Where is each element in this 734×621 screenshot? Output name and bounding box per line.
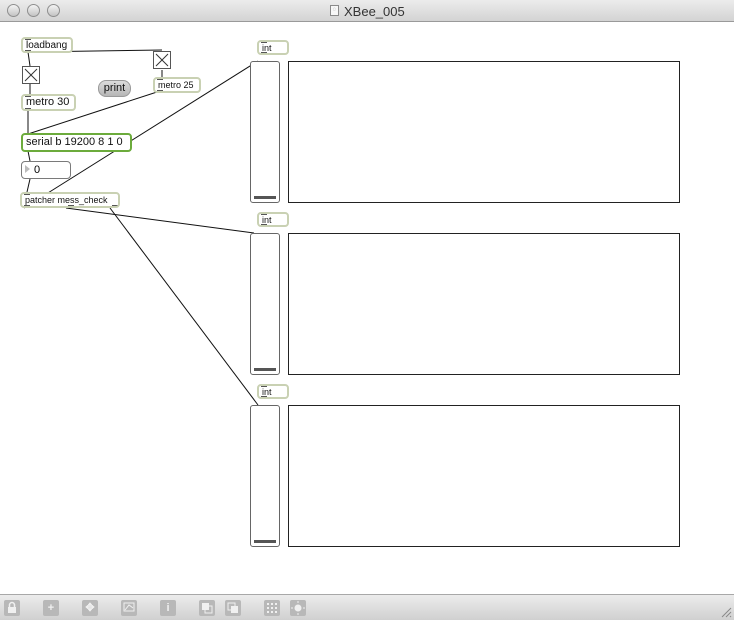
window-title: XBee_005 <box>344 4 405 19</box>
patcher-label: patcher mess_check <box>25 195 108 205</box>
scope-display-3[interactable] <box>288 405 680 547</box>
toggle-x-icon <box>155 53 169 67</box>
serial-label: serial b 19200 8 1 0 <box>26 136 123 148</box>
number-arrow-icon <box>25 165 30 173</box>
print-label: print <box>103 82 126 94</box>
print-message[interactable]: print <box>98 80 131 97</box>
zoom-window-button[interactable] <box>47 4 60 17</box>
subpatch-front-icon[interactable] <box>225 600 241 616</box>
minimize-window-button[interactable] <box>27 4 40 17</box>
grid-icon[interactable] <box>264 600 280 616</box>
slider-1-knob[interactable] <box>254 196 276 199</box>
slider-2[interactable] <box>250 233 280 375</box>
serial-object[interactable]: serial b 19200 8 1 0 <box>21 133 132 152</box>
snap-icon[interactable] <box>290 600 306 616</box>
slider-3[interactable] <box>250 405 280 547</box>
lock-icon[interactable] <box>4 600 20 616</box>
resize-grip-icon[interactable] <box>720 606 732 618</box>
loadbang-object[interactable]: loadbang <box>21 37 73 53</box>
loadbang-label: loadbang <box>26 40 68 51</box>
metro-30-object[interactable]: metro 30 <box>21 94 76 111</box>
subpatch-back-icon[interactable] <box>199 600 215 616</box>
metro-25-label: metro 25 <box>158 80 194 90</box>
toggle-x-icon <box>24 68 38 82</box>
number-box[interactable]: 0 <box>21 161 71 179</box>
move-icon[interactable]: ✥ <box>82 600 98 616</box>
document-icon: ◌ <box>330 5 339 16</box>
int-object-3[interactable]: int <box>257 384 289 399</box>
scope-display-2[interactable] <box>288 233 680 375</box>
slider-3-knob[interactable] <box>254 540 276 543</box>
inspector-icon[interactable]: i <box>160 600 176 616</box>
number-value: 0 <box>34 164 41 176</box>
patcher-object[interactable]: patcher mess_check <box>20 192 120 208</box>
scope-display-1[interactable] <box>288 61 680 203</box>
close-window-button[interactable] <box>7 4 20 17</box>
window-titlebar: ◌ XBee_005 <box>0 0 734 22</box>
presentation-icon[interactable] <box>121 600 137 616</box>
toggle-left[interactable] <box>22 66 40 84</box>
int-object-2[interactable]: int <box>257 212 289 227</box>
add-object-icon[interactable]: + <box>43 600 59 616</box>
toggle-right[interactable] <box>153 51 171 69</box>
metro-25-object[interactable]: metro 25 <box>153 77 201 93</box>
slider-1[interactable] <box>250 61 280 203</box>
slider-2-knob[interactable] <box>254 368 276 371</box>
int-object-1[interactable]: int <box>257 40 289 55</box>
patcher-toolbar: + ✥ i <box>0 594 734 620</box>
metro-30-label: metro 30 <box>26 96 70 108</box>
